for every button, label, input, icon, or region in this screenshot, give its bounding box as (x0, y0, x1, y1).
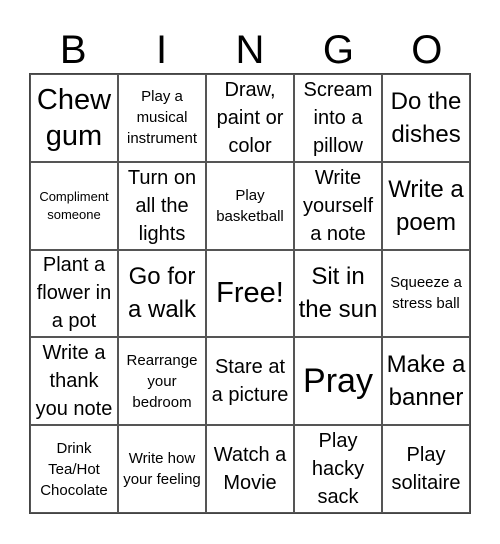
header-letter-g: G (322, 28, 354, 72)
header-letter-b: B (59, 28, 87, 72)
bingo-cell[interactable]: Make a banner (382, 337, 470, 426)
bingo-cell-label: Turn on all the lights (127, 166, 197, 245)
bingo-cell[interactable]: Play solitaire (382, 425, 470, 513)
bingo-cell-label: Scream into a pillow (303, 78, 373, 157)
bingo-cell[interactable]: Play basketball (206, 161, 294, 250)
bingo-cell[interactable]: Play hacky sack (294, 425, 382, 513)
bingo-cell-label: Play hacky sack (311, 430, 365, 509)
bingo-cell-label: Drink Tea/Hot Chocolate (40, 439, 108, 499)
header-letter-o: O (411, 28, 443, 72)
bingo-cell[interactable]: Watch a Movie (206, 425, 294, 513)
header-letter-n: N (235, 28, 265, 72)
bingo-cell[interactable]: Rearrange your bedroom (118, 337, 206, 426)
bingo-header: B I N G O (29, 28, 471, 73)
bingo-cell-label: Squeeze a stress ball (390, 274, 462, 313)
bingo-cell[interactable]: Write a thank you note (30, 337, 118, 426)
bingo-cell[interactable]: Turn on all the lights (118, 161, 206, 250)
bingo-cell-label: Play solitaire (391, 444, 461, 495)
bingo-cell-label: Write a poem (388, 175, 464, 236)
bingo-cell[interactable]: Stare at a picture (206, 337, 294, 426)
bingo-cell[interactable]: Compliment someone (30, 161, 118, 250)
bingo-cell[interactable]: Write yourself a note (294, 161, 382, 250)
bingo-cell[interactable]: Squeeze a stress ball (382, 249, 470, 338)
bingo-cell[interactable]: Sit in the sun (294, 249, 382, 338)
bingo-cell-label: Free! (216, 277, 284, 310)
bingo-cell[interactable]: Pray (294, 337, 382, 426)
bingo-cell-label: Do the dishes (390, 87, 462, 148)
bingo-cell[interactable]: Write how your feeling (118, 425, 206, 513)
bingo-cell[interactable]: Plant a flower in a pot (30, 249, 118, 338)
bingo-cell-label: Go for a walk (127, 263, 197, 324)
bingo-cell-label: Stare at a picture (211, 356, 289, 407)
header-letter-i: I (156, 28, 168, 72)
bingo-cell-label: Draw, paint or color (216, 78, 284, 157)
bingo-cell-free[interactable]: Free! (206, 249, 294, 338)
bingo-cell[interactable]: Do the dishes (382, 74, 470, 162)
bingo-cell-label: Write yourself a note (302, 166, 374, 245)
bingo-cell[interactable]: Drink Tea/Hot Chocolate (30, 425, 118, 513)
bingo-cell-label: Sit in the sun (298, 263, 378, 324)
bingo-cell[interactable]: Go for a walk (118, 249, 206, 338)
bingo-cell[interactable]: Play a musical instrument (118, 74, 206, 162)
bingo-cell-label: Write how your feeling (123, 450, 201, 489)
bingo-cell-label: Rearrange your bedroom (126, 351, 198, 411)
bingo-cell[interactable]: Chew gum (30, 74, 118, 162)
bingo-cell-label: Watch a Movie (213, 444, 287, 495)
bingo-cell[interactable]: Write a poem (382, 161, 470, 250)
bingo-cell-label: Plant a flower in a pot (36, 254, 112, 333)
bingo-cell-label: Make a banner (386, 351, 466, 412)
bingo-cell[interactable]: Scream into a pillow (294, 74, 382, 162)
bingo-cell-label: Pray (303, 362, 373, 401)
bingo-cell-label: Compliment someone (39, 188, 109, 222)
bingo-cell-label: Play a musical instrument (126, 88, 198, 148)
bingo-cell[interactable]: Draw, paint or color (206, 74, 294, 162)
bingo-cell-label: Write a thank you note (35, 342, 113, 421)
bingo-cell-label: Chew gum (36, 83, 112, 152)
bingo-grid: Chew gum Play a musical instrument Draw, p… (29, 73, 471, 514)
bingo-cell-label: Play basketball (216, 186, 284, 225)
